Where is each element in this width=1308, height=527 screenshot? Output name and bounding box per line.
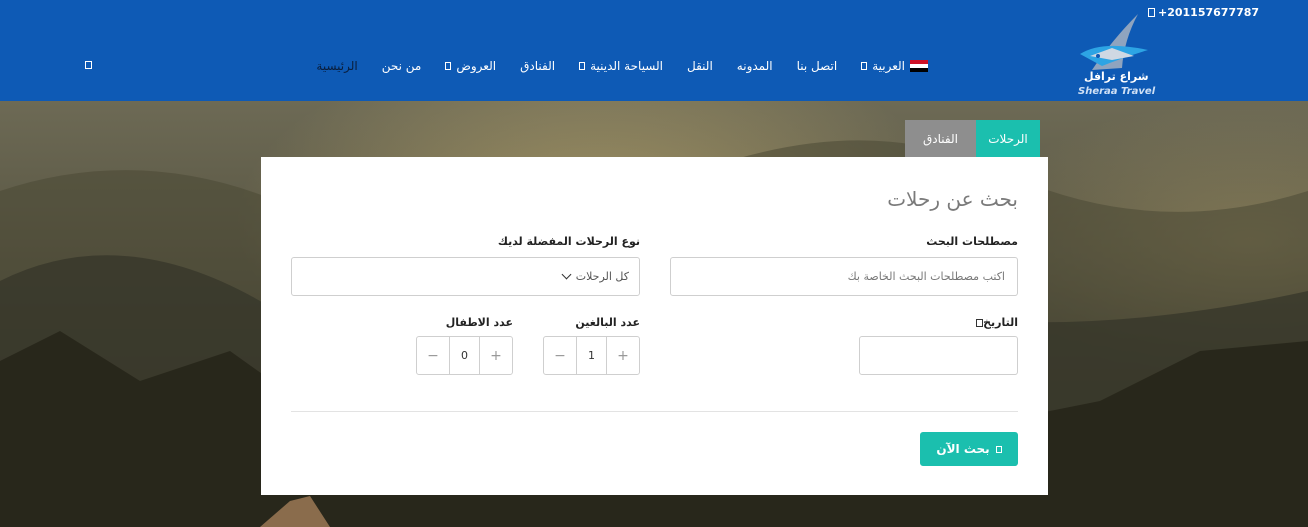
adults-decrement-button[interactable]: −	[544, 337, 576, 374]
nav-item-blog[interactable]: المدونه	[737, 59, 773, 73]
phone-number[interactable]: +201157677787	[1148, 6, 1259, 19]
adults-value[interactable]: 1	[576, 337, 607, 374]
egypt-flag-icon	[910, 60, 928, 72]
adults-label: عدد البالغين	[575, 316, 640, 329]
date-input[interactable]	[859, 336, 1018, 375]
trip-type-label: نوع الرحلات المفضلة لديك	[497, 235, 640, 248]
nav-item-home[interactable]: الرئيسية	[316, 59, 357, 73]
nav-item-transport[interactable]: النقل	[687, 59, 713, 73]
main-nav: الرئيسية من نحن العروض الفنادق السياحة ا…	[316, 59, 928, 73]
calendar-icon	[976, 318, 984, 327]
chevron-down-icon	[579, 62, 586, 70]
tab-trips[interactable]: الرحلات	[976, 120, 1040, 157]
trip-type-select[interactable]: كل الرحلات	[291, 257, 640, 296]
search-terms-label: مصطلحات البحث	[926, 235, 1018, 248]
children-increment-button[interactable]: +	[480, 337, 512, 374]
search-icon	[995, 445, 1002, 453]
logo-text-english: Sheraa Travel	[1078, 86, 1156, 97]
children-decrement-button[interactable]: −	[417, 337, 449, 374]
nav-item-offers[interactable]: العروض	[445, 59, 496, 73]
children-label: عدد الاطفال	[445, 316, 513, 329]
divider	[291, 411, 1018, 412]
trip-type-value: كل الرحلات	[575, 270, 629, 283]
chevron-down-icon	[445, 62, 452, 70]
panel-title: بحث عن رحلات	[887, 187, 1018, 211]
adults-stepper[interactable]: − 1 +	[543, 336, 640, 375]
search-terms-input[interactable]: اكتب مصطلحات البحث الخاصة بك	[670, 257, 1018, 296]
tab-hotels[interactable]: الفنادق	[905, 120, 976, 157]
adults-increment-button[interactable]: +	[607, 337, 639, 374]
sheraa-logo-icon[interactable]	[1072, 10, 1158, 98]
search-panel: بحث عن رحلات مصطلحات البحث اكتب مصطلحات …	[261, 157, 1048, 495]
menu-icon[interactable]	[85, 61, 92, 69]
nav-item-hotels[interactable]: الفنادق	[520, 59, 555, 73]
chevron-down-icon	[561, 269, 572, 280]
site-header: +201157677787 شراع ترافل Sheraa Travel ا…	[0, 0, 1308, 101]
chevron-down-icon	[861, 62, 868, 70]
nav-item-religious-tourism[interactable]: السياحة الدينية	[579, 59, 663, 73]
logo-text-arabic: شراع ترافل	[1084, 70, 1149, 83]
nav-item-language[interactable]: العربية	[861, 59, 928, 73]
children-stepper[interactable]: − 0 +	[416, 336, 513, 375]
children-value[interactable]: 0	[449, 337, 480, 374]
nav-item-about[interactable]: من نحن	[382, 59, 422, 73]
date-label: التاريخ	[970, 316, 1018, 329]
nav-item-contact[interactable]: اتصل بنا	[797, 59, 838, 73]
search-terms-placeholder: اكتب مصطلحات البحث الخاصة بك	[847, 270, 1005, 283]
search-now-button[interactable]: بحث الآن	[920, 432, 1018, 466]
